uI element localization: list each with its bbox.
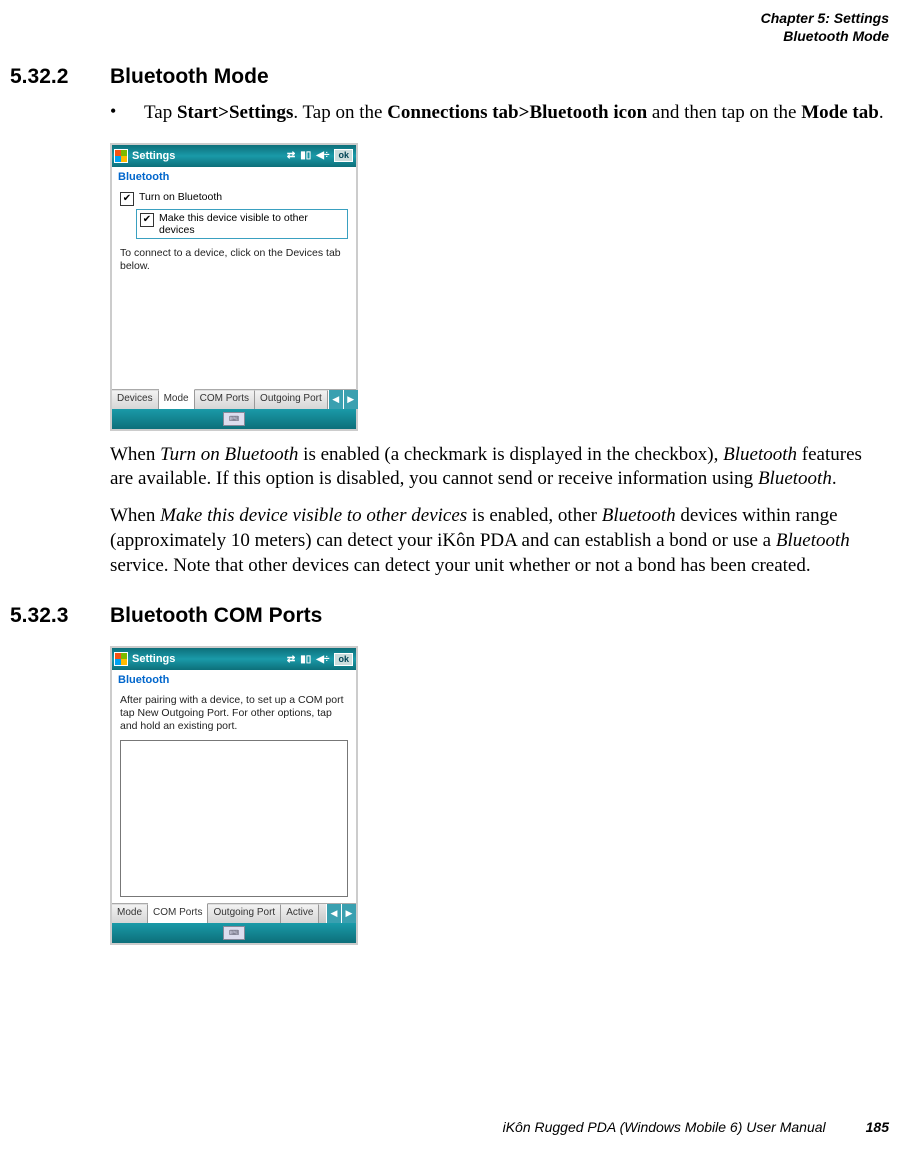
tab-mode[interactable]: Mode xyxy=(112,904,148,923)
screenshot-bluetooth-com-ports: Settings ⇄ ▮▯ ◀÷ ok Bluetooth After pair… xyxy=(110,646,358,944)
checkbox-turn-on-bluetooth[interactable]: ✔ Turn on Bluetooth xyxy=(120,191,348,206)
checkbox-icon[interactable]: ✔ xyxy=(120,192,134,206)
soft-key-bar: ⌨ xyxy=(112,923,356,943)
start-icon[interactable] xyxy=(114,149,128,163)
screen-subtitle: Bluetooth xyxy=(112,167,356,185)
header-chapter: Chapter 5: Settings xyxy=(10,10,889,28)
ok-button[interactable]: ok xyxy=(334,653,353,666)
bullet-text: Tap Start>Settings. Tap on the Connectio… xyxy=(144,101,884,125)
volume-icon[interactable]: ◀÷ xyxy=(316,150,329,161)
section-number: 5.32.3 xyxy=(10,604,110,628)
tab-scroll-left-icon[interactable]: ◀ xyxy=(328,390,343,409)
checkbox-label: Turn on Bluetooth xyxy=(139,191,222,203)
hint-text: After pairing with a device, to set up a… xyxy=(120,694,348,733)
tab-scroll-left-icon[interactable]: ◀ xyxy=(326,904,341,923)
section-title: Bluetooth Mode xyxy=(110,65,269,89)
wm-titlebar: Settings ⇄ ▮▯ ◀÷ ok xyxy=(112,145,356,167)
screen-subtitle: Bluetooth xyxy=(112,670,356,688)
tab-com-ports[interactable]: COM Ports xyxy=(148,903,208,923)
header-sub: Bluetooth Mode xyxy=(10,28,889,46)
connectivity-icon[interactable]: ⇄ xyxy=(287,654,295,665)
tab-com-ports[interactable]: COM Ports xyxy=(195,390,255,409)
soft-key-bar: ⌨ xyxy=(112,409,356,429)
volume-icon[interactable]: ◀÷ xyxy=(316,654,329,665)
keyboard-icon[interactable]: ⌨ xyxy=(223,926,245,940)
checkbox-make-visible[interactable]: ✔ Make this device visible to other devi… xyxy=(136,209,348,239)
paragraph: When Make this device visible to other d… xyxy=(110,504,884,578)
signal-icon[interactable]: ▮▯ xyxy=(300,150,311,161)
running-header: Chapter 5: Settings Bluetooth Mode xyxy=(10,10,889,45)
footer-text: iKôn Rugged PDA (Windows Mobile 6) User … xyxy=(503,1119,826,1135)
tab-outgoing-port[interactable]: Outgoing Port xyxy=(208,904,281,923)
wm-titlebar: Settings ⇄ ▮▯ ◀÷ ok xyxy=(112,648,356,670)
section-number: 5.32.2 xyxy=(10,65,110,89)
checkbox-label: Make this device visible to other device… xyxy=(159,212,344,236)
tab-strip: Mode COM Ports Outgoing Port Active ◀ ▶ xyxy=(112,903,356,923)
tab-devices[interactable]: Devices xyxy=(112,390,159,409)
ok-button[interactable]: ok xyxy=(334,149,353,162)
page-number: 185 xyxy=(866,1119,889,1135)
tab-active[interactable]: Active xyxy=(281,904,319,923)
window-title: Settings xyxy=(132,653,287,665)
connectivity-icon[interactable]: ⇄ xyxy=(287,150,295,161)
tab-scroll-right-icon[interactable]: ▶ xyxy=(341,904,356,923)
checkbox-icon[interactable]: ✔ xyxy=(140,213,154,227)
section-title: Bluetooth COM Ports xyxy=(110,604,322,628)
screenshot-bluetooth-mode: Settings ⇄ ▮▯ ◀÷ ok Bluetooth ✔ Turn on … xyxy=(110,143,358,431)
tab-mode[interactable]: Mode xyxy=(159,389,195,409)
tab-strip: Devices Mode COM Ports Outgoing Port ◀ ▶ xyxy=(112,389,356,409)
paragraph: When Turn on Bluetooth is enabled (a che… xyxy=(110,443,884,492)
instruction-bullet: • Tap Start>Settings. Tap on the Connect… xyxy=(110,101,884,125)
hint-text: To connect to a device, click on the Dev… xyxy=(120,247,348,273)
page-footer: iKôn Rugged PDA (Windows Mobile 6) User … xyxy=(503,1119,889,1135)
signal-icon[interactable]: ▮▯ xyxy=(300,654,311,665)
bullet-marker: • xyxy=(110,101,144,125)
keyboard-icon[interactable]: ⌨ xyxy=(223,412,245,426)
com-ports-listbox[interactable] xyxy=(120,740,348,897)
tab-outgoing-port[interactable]: Outgoing Port xyxy=(255,390,328,409)
window-title: Settings xyxy=(132,150,287,162)
start-icon[interactable] xyxy=(114,652,128,666)
tab-scroll-right-icon[interactable]: ▶ xyxy=(343,390,358,409)
